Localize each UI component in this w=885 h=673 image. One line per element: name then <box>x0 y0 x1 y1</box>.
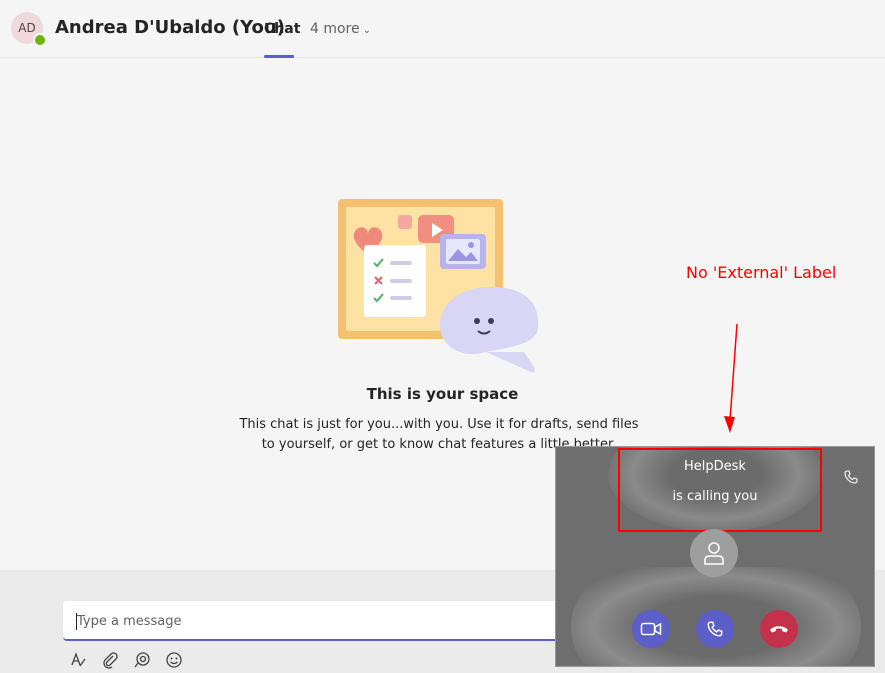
chevron-down-icon: ⌄ <box>362 25 372 36</box>
tab-more-dropdown[interactable]: 4 more ⌄ <box>310 21 371 37</box>
active-tab-indicator <box>264 55 294 58</box>
attach-icon[interactable] <box>100 650 120 670</box>
empty-chat-illustration <box>338 199 539 373</box>
video-camera-icon <box>640 622 662 636</box>
tab-chat[interactable]: Chat <box>264 21 300 37</box>
empty-state-title: This is your space <box>366 385 519 403</box>
chat-title: Andrea D'Ubaldo (You) <box>55 17 285 38</box>
annotation-arrow <box>724 323 738 433</box>
chat-header: AD Andrea D'Ubaldo (You) Chat 4 more ⌄ <box>0 0 885 58</box>
presence-available-icon <box>33 33 47 47</box>
accept-audio-button[interactable] <box>696 610 734 648</box>
message-placeholder: Type a message <box>77 614 182 629</box>
annotation-box <box>618 448 822 532</box>
loop-icon[interactable] <box>132 650 152 670</box>
format-icon[interactable] <box>68 650 88 670</box>
annotation-label: No 'External' Label <box>686 263 837 282</box>
phone-icon <box>707 621 723 637</box>
avatar-initials: AD <box>18 21 36 35</box>
person-icon <box>704 542 724 565</box>
caller-avatar <box>690 529 738 577</box>
incoming-call-toast: HelpDesk is calling you <box>555 446 875 667</box>
accept-video-button[interactable] <box>632 610 670 648</box>
tab-more-label: 4 more <box>310 21 360 37</box>
emoji-icon[interactable] <box>164 650 184 670</box>
phone-icon <box>843 469 859 489</box>
hang-up-icon <box>770 626 788 633</box>
compose-toolbar <box>68 650 184 670</box>
decline-call-button[interactable] <box>760 610 798 648</box>
message-input[interactable]: Type a message <box>63 601 583 641</box>
